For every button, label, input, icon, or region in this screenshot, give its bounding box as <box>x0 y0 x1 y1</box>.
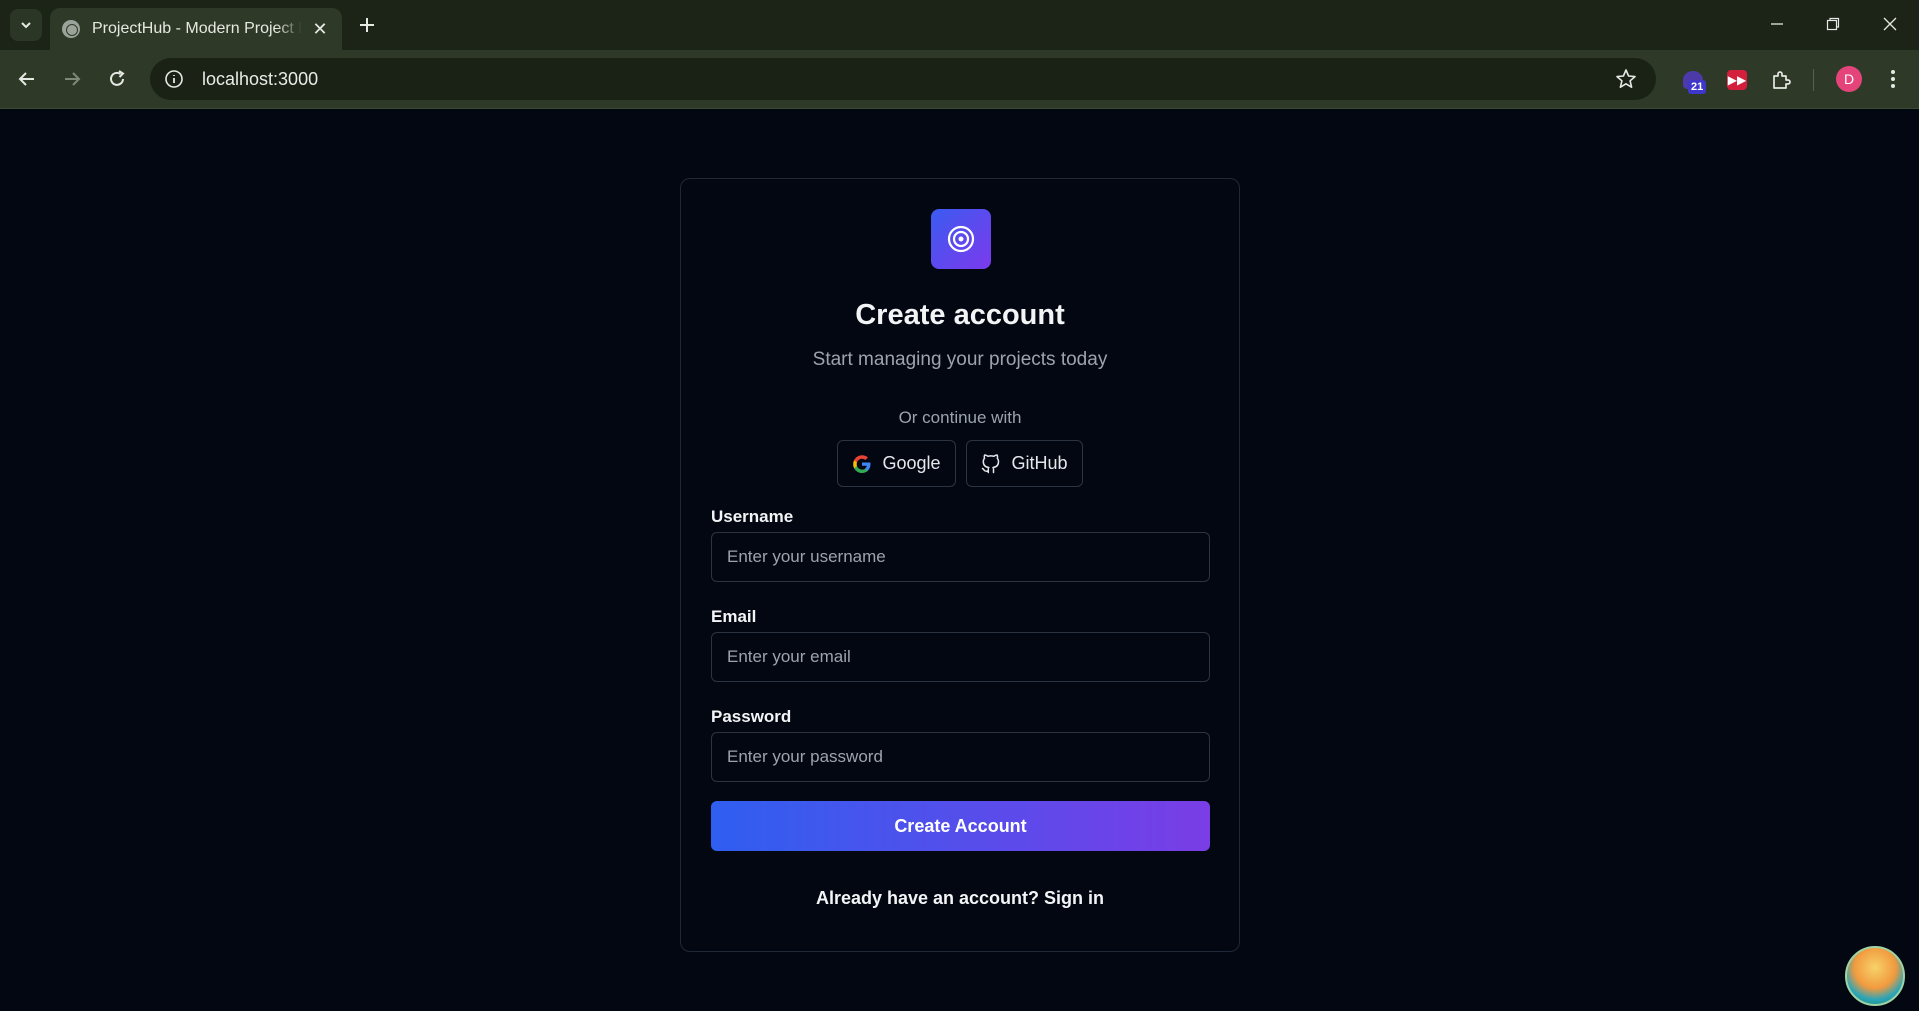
close-icon[interactable]: ✕ <box>310 19 330 39</box>
chevron-down-icon <box>21 22 31 29</box>
github-button-label: GitHub <box>1011 453 1068 473</box>
url-text[interactable]: localhost:3000 <box>202 69 318 90</box>
target-icon <box>947 225 975 253</box>
globe-icon <box>62 20 80 38</box>
info-icon[interactable] <box>160 65 188 93</box>
github-icon <box>982 453 1000 473</box>
signup-card: Create account Start managing your proje… <box>680 178 1240 952</box>
google-signin-button[interactable]: Google <box>837 440 956 487</box>
close-window-button[interactable] <box>1870 6 1910 42</box>
plus-icon <box>360 18 374 32</box>
puzzle-icon[interactable] <box>1768 67 1794 93</box>
reload-icon <box>110 70 125 86</box>
extension-badge: 21 <box>1688 80 1707 94</box>
forward-button[interactable] <box>56 63 88 95</box>
username-label: Username <box>711 507 794 526</box>
arrow-left-icon <box>18 72 34 86</box>
google-button-label: Google <box>882 453 941 473</box>
minimize-button[interactable] <box>1757 6 1797 42</box>
toolbar-divider <box>1813 69 1814 91</box>
reload-button[interactable] <box>101 63 133 95</box>
minimize-icon <box>1771 23 1783 25</box>
app-logo <box>931 209 991 269</box>
floating-widget-icon[interactable] <box>1845 946 1905 1006</box>
star-icon[interactable] <box>1614 67 1638 91</box>
password-label: Password <box>711 707 792 726</box>
close-icon <box>1883 17 1897 31</box>
create-account-button[interactable]: Create Account <box>711 801 1210 851</box>
tab-search-button[interactable] <box>10 9 42 41</box>
restore-button[interactable] <box>1813 6 1853 42</box>
new-tab-button[interactable] <box>352 10 382 40</box>
email-input[interactable] <box>711 632 1210 682</box>
restore-icon <box>1826 17 1840 31</box>
profile-avatar[interactable]: D <box>1836 66 1862 92</box>
page-subtitle: Start managing your projects today <box>812 349 1108 370</box>
back-button[interactable] <box>11 63 43 95</box>
address-bar[interactable]: localhost:3000 <box>150 58 1656 100</box>
password-input[interactable] <box>711 732 1210 782</box>
browser-tab[interactable]: ProjectHub - Modern Project Management ✕ <box>50 8 342 50</box>
oauth-divider-text: Or continue with <box>898 408 1022 427</box>
browser-toolbar: localhost:3000 ▶▶ <box>0 50 1919 109</box>
browser-titlebar: ProjectHub - Modern Project Management ✕ <box>0 0 1919 50</box>
extension-icon[interactable]: ▶▶ <box>1724 67 1750 93</box>
email-label: Email <box>711 607 757 626</box>
username-input[interactable] <box>711 532 1210 582</box>
signin-link[interactable]: Already have an account? Sign in <box>681 888 1239 909</box>
tab-title: ProjectHub - Modern Project Management <box>92 20 302 37</box>
github-signin-button[interactable]: GitHub <box>966 440 1083 487</box>
arrow-right-icon <box>65 72 81 86</box>
more-vertical-icon[interactable] <box>1880 66 1906 92</box>
page-title: Create account <box>855 299 1065 331</box>
google-icon <box>853 454 871 473</box>
